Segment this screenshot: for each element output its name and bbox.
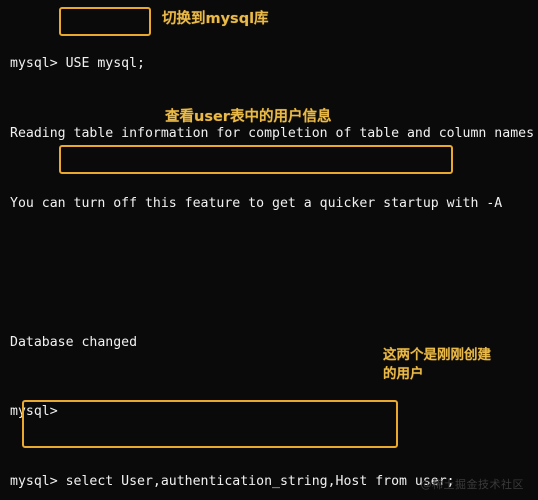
annotation-new-users: 这两个是刚刚创建 的用户 [383,347,491,382]
highlight-box-select-command [59,145,453,174]
terminal-line: You can turn off this feature to get a q… [10,195,503,211]
watermark: @稀土掘金技术社区 [420,478,524,491]
terminal-line: mysql> USE mysql; [10,56,145,72]
highlight-box-new-users-rows [22,400,398,448]
highlight-box-use-command [59,7,151,36]
annotation-view-users: 查看user表中的用户信息 [165,109,332,125]
terminal-screen: mysql> USE mysql; Reading table informat… [0,0,538,500]
annotation-switch-db: 切换到mysql库 [162,11,269,27]
